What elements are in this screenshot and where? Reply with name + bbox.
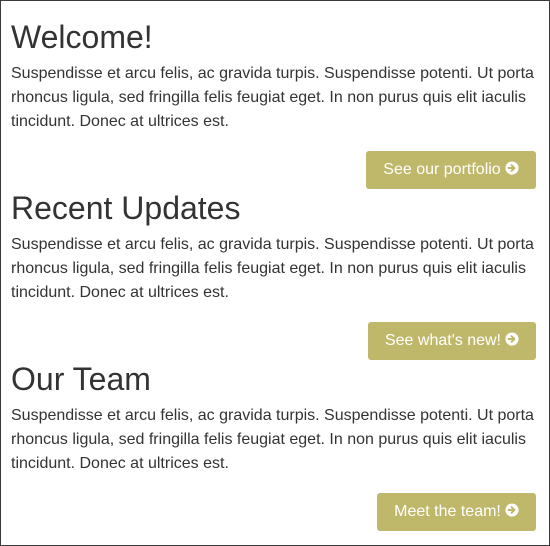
see-whats-new-button[interactable]: See what's new!: [368, 322, 536, 360]
section-heading: Recent Updates: [11, 190, 241, 226]
section-body: Suspendisse et arcu felis, ac gravida tu…: [11, 236, 534, 301]
welcome-section: Welcome! Suspendisse et arcu felis, ac g…: [11, 19, 537, 134]
section-body: Suspendisse et arcu felis, ac gravida tu…: [11, 65, 534, 130]
meet-the-team-button[interactable]: Meet the team!: [377, 493, 536, 531]
section-heading: Welcome!: [11, 19, 153, 55]
page-frame: Welcome! Suspendisse et arcu felis, ac g…: [0, 0, 550, 546]
recent-updates-section: Recent Updates Suspendisse et arcu felis…: [11, 190, 537, 305]
section-body: Suspendisse et arcu felis, ac gravida tu…: [11, 407, 534, 472]
button-label: See our portfolio: [383, 161, 501, 178]
circle-arrow-right-icon: [505, 332, 519, 346]
section-heading: Our Team: [11, 361, 151, 397]
button-label: See what's new!: [384, 332, 501, 349]
circle-arrow-right-icon: [505, 161, 519, 175]
button-label: Meet the team!: [394, 503, 501, 520]
see-portfolio-button[interactable]: See our portfolio: [366, 151, 536, 189]
our-team-section: Our Team Suspendisse et arcu felis, ac g…: [11, 361, 537, 476]
circle-arrow-right-icon: [505, 503, 519, 517]
